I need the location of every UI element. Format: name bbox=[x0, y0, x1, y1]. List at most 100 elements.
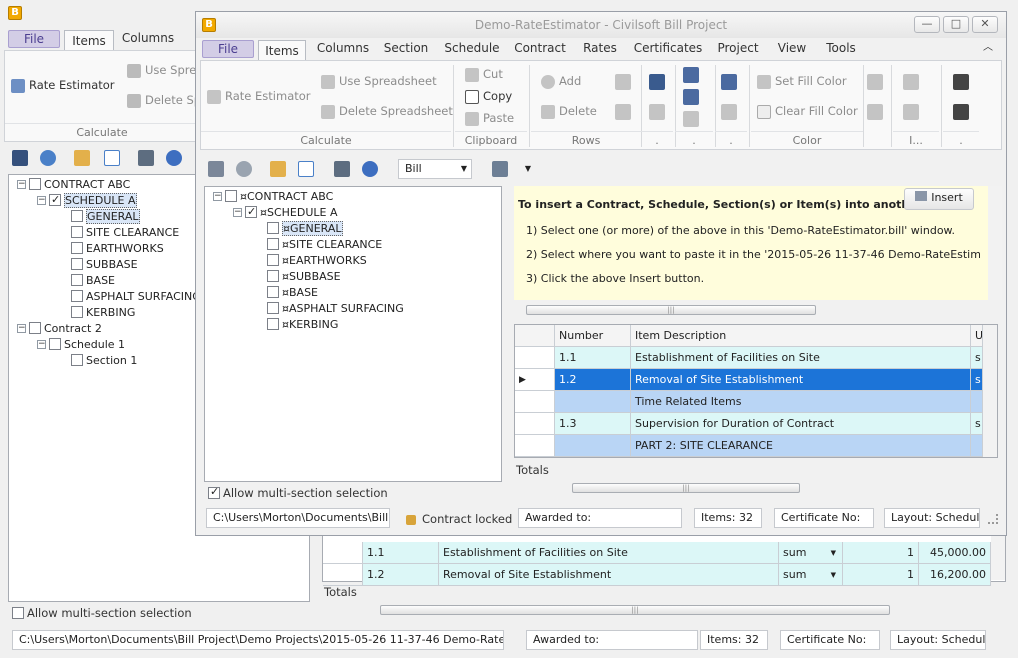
cell-unit[interactable]: sum ▼ bbox=[779, 542, 843, 564]
tab-rates[interactable]: Rates bbox=[578, 38, 622, 60]
maximize-button[interactable]: □ bbox=[943, 16, 969, 33]
cell-number[interactable]: 1.3 bbox=[555, 413, 631, 435]
tree-collapse-icon[interactable]: − bbox=[37, 195, 46, 205]
print-icon[interactable] bbox=[138, 150, 154, 166]
table-row[interactable]: 1.2 Removal of Site Establishment sum ▼ 1 16,… bbox=[323, 564, 991, 586]
tree-node[interactable]: ¤EARTHWORKS bbox=[267, 253, 367, 269]
outdent-icon[interactable] bbox=[615, 104, 631, 120]
view-combo[interactable]: Bill ▼ bbox=[398, 159, 472, 179]
delete-spreadsheet-button[interactable]: Delete Spreadsheet bbox=[321, 104, 453, 119]
tree-node[interactable]: SUBBASE bbox=[71, 257, 138, 273]
tree-node-checkbox[interactable] bbox=[267, 286, 279, 298]
bg-tab-file[interactable]: File bbox=[8, 30, 60, 48]
bg-hscroll[interactable]: ||| bbox=[364, 602, 994, 616]
cell-description[interactable]: Removal of Site Establishment bbox=[439, 564, 779, 586]
tree-node[interactable]: ¤GENERAL bbox=[267, 221, 343, 237]
clear-filter-icon[interactable] bbox=[721, 104, 737, 120]
tree-node[interactable]: ¤ASPHALT SURFACING bbox=[267, 301, 404, 317]
tab-contract[interactable]: Contract bbox=[512, 38, 568, 60]
new-document-icon[interactable] bbox=[104, 150, 120, 166]
help-icon[interactable] bbox=[362, 161, 378, 177]
dropdown-arrow-icon[interactable]: ▼ bbox=[520, 161, 536, 177]
info-hscroll-thumb[interactable]: ||| bbox=[526, 305, 816, 315]
tree-node[interactable]: BASE bbox=[71, 273, 115, 289]
font-color-icon[interactable] bbox=[867, 104, 883, 120]
tree-node-checkbox[interactable] bbox=[267, 238, 279, 250]
cut-button[interactable]: Cut bbox=[465, 67, 503, 82]
table-row[interactable]: 1.3 Supervision for Duration of Contract s bbox=[515, 413, 983, 435]
cell-number[interactable]: 1.1 bbox=[555, 347, 631, 369]
paste-button[interactable]: Paste bbox=[465, 111, 514, 126]
bg-multi-section-box[interactable] bbox=[12, 606, 24, 619]
tree-node[interactable]: − SCHEDULE A bbox=[37, 192, 137, 209]
new-document-icon[interactable] bbox=[298, 161, 314, 177]
filter-icon[interactable] bbox=[721, 74, 737, 90]
table-row[interactable]: Time Related Items bbox=[515, 391, 983, 413]
row-indicator[interactable] bbox=[515, 391, 555, 413]
chevron-down-icon[interactable]: ▼ bbox=[831, 564, 836, 585]
font-style-icon[interactable] bbox=[867, 74, 883, 90]
multi-section-box[interactable] bbox=[208, 485, 220, 499]
tab-section[interactable]: Section bbox=[380, 38, 432, 60]
collapse-ribbon-icon[interactable]: ︿ bbox=[978, 38, 998, 60]
minimize-button[interactable]: — bbox=[914, 16, 940, 33]
cell-description[interactable]: Removal of Site Establishment bbox=[631, 369, 971, 391]
tree-node-checkbox[interactable] bbox=[267, 318, 279, 330]
tree-node[interactable]: SITE CLEARANCE bbox=[71, 225, 179, 241]
grid-hscroll-thumb[interactable]: ||| bbox=[572, 483, 800, 493]
list-icon[interactable] bbox=[683, 111, 699, 127]
tree-node-checkbox[interactable] bbox=[71, 226, 83, 238]
find-icon[interactable] bbox=[649, 74, 665, 90]
cell-unit[interactable]: s bbox=[971, 413, 983, 435]
row-indicator[interactable] bbox=[515, 413, 555, 435]
tree-node[interactable]: − CONTRACT ABC bbox=[17, 177, 130, 193]
tree-node[interactable]: ¤BASE bbox=[267, 285, 318, 301]
tree-node-checkbox[interactable] bbox=[71, 306, 83, 318]
print-icon[interactable] bbox=[334, 161, 350, 177]
undo-icon[interactable] bbox=[40, 150, 56, 166]
tree-node-checkbox[interactable] bbox=[49, 192, 61, 208]
resize-grip-icon[interactable] bbox=[988, 514, 998, 524]
tree-collapse-icon[interactable]: − bbox=[213, 191, 222, 201]
tab-schedule[interactable]: Schedule bbox=[442, 38, 502, 60]
cell-unit[interactable]: sum ▼ bbox=[779, 564, 843, 586]
sum-icon[interactable] bbox=[953, 74, 969, 90]
cell-quantity[interactable]: 1 bbox=[843, 564, 919, 586]
tree-node-checkbox[interactable] bbox=[29, 178, 41, 190]
help-icon[interactable] bbox=[166, 150, 182, 166]
indent-icon[interactable] bbox=[615, 74, 631, 90]
insert-rows-icon[interactable] bbox=[492, 161, 508, 177]
rate-estimator-button[interactable]: Rate Estimator bbox=[207, 89, 311, 104]
tree-node-checkbox[interactable] bbox=[267, 302, 279, 314]
fg-titlebar[interactable]: B Demo-RateEstimator - Civilsoft Bill Pr… bbox=[196, 12, 1006, 38]
sort-descending-icon[interactable] bbox=[683, 89, 699, 105]
cell-unit[interactable]: s bbox=[971, 347, 983, 369]
tab-view[interactable]: View bbox=[774, 38, 810, 60]
cell-quantity[interactable]: 1 bbox=[843, 542, 919, 564]
table-row[interactable]: PART 2: SITE CLEARANCE bbox=[515, 435, 983, 457]
tree-collapse-icon[interactable]: − bbox=[17, 179, 26, 189]
use-spreadsheet-button[interactable]: Use Spreadsheet bbox=[321, 74, 437, 89]
row-indicator[interactable] bbox=[515, 435, 555, 457]
tree-node-checkbox[interactable] bbox=[225, 190, 237, 202]
bg-tab-items[interactable]: Items bbox=[64, 30, 114, 52]
tree-node-checkbox[interactable] bbox=[29, 322, 41, 334]
column-unit-header[interactable]: U bbox=[971, 325, 983, 347]
clear-fill-color-button[interactable]: Clear Fill Color bbox=[757, 104, 858, 119]
tree-node-checkbox[interactable] bbox=[267, 270, 279, 282]
insert-button[interactable]: Insert bbox=[904, 188, 974, 210]
grid-hscroll[interactable]: ||| bbox=[556, 480, 976, 494]
tree-node[interactable]: − ¤CONTRACT ABC bbox=[213, 189, 333, 205]
tree-node[interactable]: ¤KERBING bbox=[267, 317, 338, 333]
tree-collapse-icon[interactable]: − bbox=[17, 323, 26, 333]
set-fill-color-button[interactable]: Set Fill Color bbox=[757, 74, 847, 89]
sum-all-icon[interactable] bbox=[953, 104, 969, 120]
multi-section-checkbox[interactable]: Allow multi-section selection bbox=[208, 485, 388, 500]
save-icon[interactable] bbox=[208, 161, 224, 177]
cell-rate[interactable]: 45,000.00 bbox=[919, 542, 991, 564]
close-button[interactable]: ✕ bbox=[972, 16, 998, 33]
tree-node-checkbox[interactable] bbox=[71, 290, 83, 302]
tree-node-checkbox[interactable] bbox=[49, 338, 61, 350]
column-description-header[interactable]: Item Description bbox=[631, 325, 971, 347]
cell-description[interactable]: Supervision for Duration of Contract bbox=[631, 413, 971, 435]
